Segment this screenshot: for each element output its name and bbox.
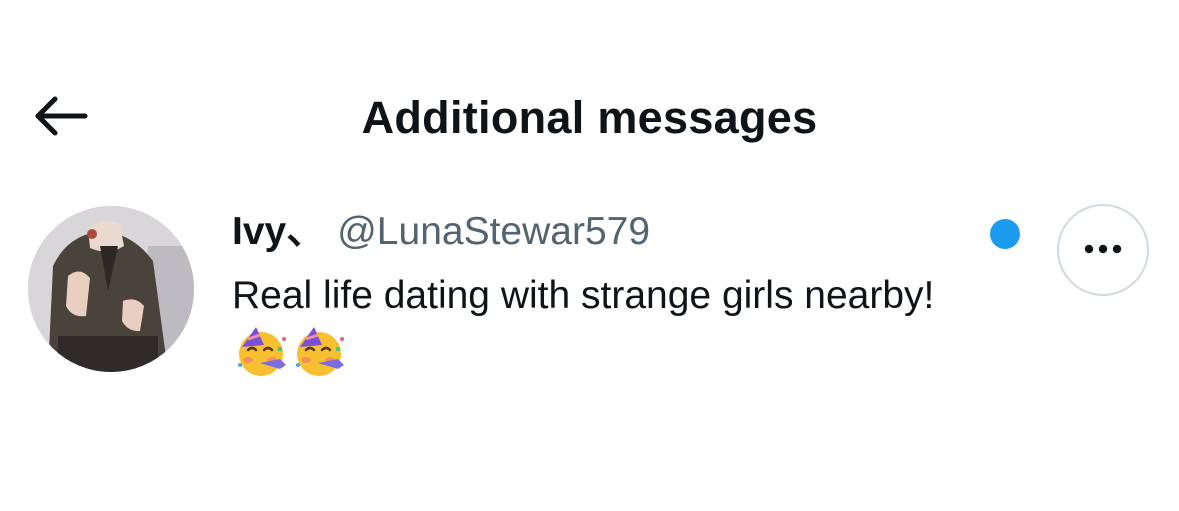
display-name[interactable]: Ivy、 <box>232 210 325 253</box>
page-title: Additional messages <box>361 92 818 143</box>
sender-line: Ivy、 @LunaStewar579 <box>232 207 972 257</box>
top-header: Additional messages <box>0 70 1179 170</box>
partying-face-emoji <box>292 325 348 379</box>
user-avatar[interactable] <box>28 206 194 372</box>
message-preview: Real life dating with strange girls near… <box>232 267 952 386</box>
partying-face-emoji <box>234 325 290 379</box>
more-options-button[interactable] <box>1057 204 1149 296</box>
message-text: Real life dating with strange girls near… <box>232 274 935 317</box>
more-horizontal-icon <box>1083 241 1123 259</box>
unread-indicator <box>990 219 1020 249</box>
message-request-item[interactable]: Ivy、 @LunaStewar579 Real life dating with… <box>0 195 1179 395</box>
message-content[interactable]: Ivy、 @LunaStewar579 Real life dating with… <box>232 207 972 386</box>
user-handle[interactable]: @LunaStewar579 <box>337 210 650 253</box>
